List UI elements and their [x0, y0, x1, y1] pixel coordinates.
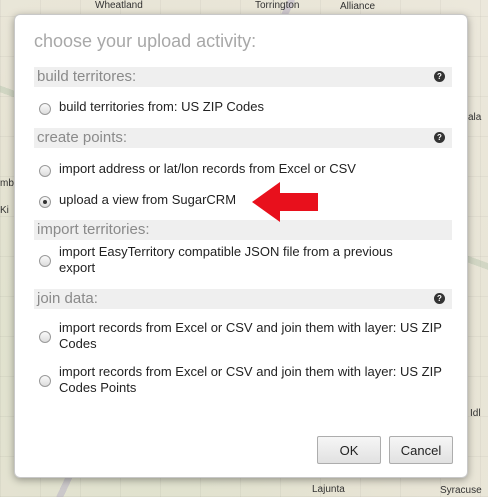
ok-button[interactable]: OK	[317, 436, 381, 464]
upload-activity-dialog: choose your upload activity: build terri…	[14, 14, 468, 478]
arrow-shape	[252, 182, 318, 222]
section-header-import-territories: import territories:	[34, 220, 452, 240]
map-label-mb: mb	[0, 178, 14, 189]
dialog-title: choose your upload activity:	[34, 31, 257, 51]
option-label: build territories from: US ZIP Codes	[59, 99, 264, 114]
option-label: import EasyTerritory compatible JSON fil…	[59, 244, 393, 275]
option-label: import address or lat/lon records from E…	[59, 161, 356, 176]
section-header-join-data: join data: ?	[34, 289, 452, 309]
option-import-address-records[interactable]: import address or lat/lon records from E…	[39, 161, 449, 179]
radio-button[interactable]	[39, 375, 51, 387]
red-arrow-icon	[252, 182, 318, 222]
map-label-ki: Ki	[0, 205, 9, 216]
map-label-syracuse: Syracuse	[440, 485, 482, 496]
section-header-label: create points:	[37, 129, 128, 146]
section-header-build-territories: build territores: ?	[34, 67, 452, 87]
radio-button[interactable]	[39, 103, 51, 115]
section-header-label: join data:	[37, 290, 98, 307]
option-label: upload a view from SugarCRM	[59, 192, 237, 207]
option-join-zip-codes[interactable]: import records from Excel or CSV and joi…	[39, 320, 449, 354]
map-label-ala: ala	[468, 112, 482, 123]
radio-button[interactable]	[39, 255, 51, 267]
option-label: import records from Excel or CSV and joi…	[59, 364, 442, 395]
radio-button[interactable]	[39, 331, 51, 343]
radio-button[interactable]	[39, 165, 51, 177]
option-join-zip-codes-points[interactable]: import records from Excel or CSV and joi…	[39, 364, 449, 398]
help-icon[interactable]: ?	[434, 132, 445, 143]
help-icon[interactable]: ?	[434, 293, 445, 304]
map-label-torrington: Torrington	[255, 0, 300, 11]
option-import-easyterritory-json[interactable]: import EasyTerritory compatible JSON fil…	[39, 244, 449, 278]
map-label-lajunta: Lajunta	[312, 484, 345, 495]
option-build-territories-zip[interactable]: build territories from: US ZIP Codes	[39, 99, 449, 117]
map-label-wheatland: Wheatland	[95, 0, 143, 11]
help-icon[interactable]: ?	[434, 71, 445, 82]
section-header-label: import territories:	[37, 221, 150, 238]
map-label-alliance: Alliance	[340, 1, 376, 12]
radio-button-selected[interactable]	[39, 196, 51, 208]
section-header-label: build territores:	[37, 68, 137, 85]
option-label: import records from Excel or CSV and joi…	[59, 320, 442, 351]
map-label-idl: Idl	[470, 408, 481, 419]
option-upload-sugarcrm-view[interactable]: upload a view from SugarCRM	[39, 192, 449, 210]
cancel-button[interactable]: Cancel	[389, 436, 453, 464]
section-header-create-points: create points: ?	[34, 128, 452, 148]
